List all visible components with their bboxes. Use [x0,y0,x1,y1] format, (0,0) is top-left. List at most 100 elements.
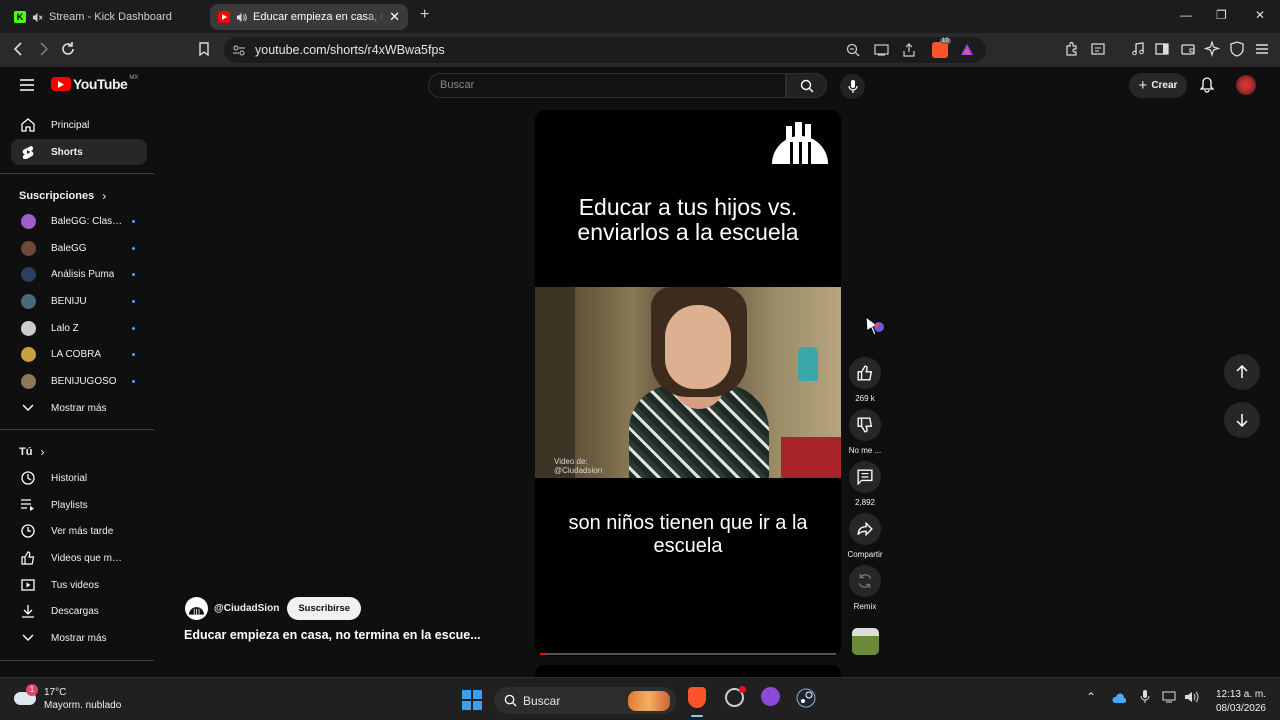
sidebar-item-tus-videos[interactable]: Tus videos [11,572,147,598]
reload-icon[interactable] [60,41,76,57]
chat-app-icon[interactable] [761,687,780,706]
onedrive-icon[interactable] [1112,692,1126,704]
sidebar-item-subscription[interactable]: Análisis Puma [11,261,147,287]
forward-icon[interactable] [36,41,50,57]
share-page-icon[interactable] [902,43,916,57]
account-avatar[interactable] [1236,75,1256,95]
show-more-subscriptions[interactable]: Mostrar más [11,395,147,421]
sidebar-item-label: Análisis Puma [51,268,115,280]
clock-icon [20,524,36,538]
brave-rewards-icon[interactable] [960,43,974,56]
maximize-button[interactable]: ❐ [1216,8,1227,22]
channel-handle[interactable]: @CiudadSion [214,603,279,614]
search-input[interactable]: Buscar [428,73,786,98]
tab-title: Stream - Kick Dashboard [49,11,172,23]
wallet-icon[interactable] [1180,41,1196,57]
sidebar-item-subscription[interactable]: BaleGG [11,235,147,261]
comment-count: 2,892 [854,498,876,507]
extensions-icon[interactable] [1064,41,1080,57]
sidebar-item-subscription[interactable]: Lalo Z [11,315,147,341]
sidebar-item-label: Tus videos [51,579,99,591]
media-icon[interactable] [1130,41,1146,57]
notifications-bell-icon[interactable] [1200,77,1214,93]
reader-icon[interactable] [1090,41,1106,57]
address-bar[interactable]: youtube.com/shorts/r4xWBwa5fps 10 [224,37,986,63]
cast-icon[interactable] [874,43,889,57]
sidebar-item-ver-mas-tarde[interactable]: Ver más tarde [11,518,147,544]
speaker-icon[interactable] [236,12,247,23]
system-clock[interactable]: 12:13 a. m. 08/03/2026 [1206,688,1266,716]
sidebar-item-descargas[interactable]: Descargas [11,598,147,624]
create-button[interactable]: + Crear [1129,73,1187,98]
sidebar-item-playlists[interactable]: Playlists [11,492,147,518]
bookmark-icon[interactable] [197,41,211,57]
sound-thumbnail[interactable] [852,628,879,655]
video-progress-bar[interactable] [540,653,836,655]
chevron-up-icon[interactable]: ⌃ [1086,690,1096,704]
video-title[interactable]: Educar empieza en casa, no termina en la… [184,628,481,642]
sidebar-item-subscription[interactable]: BaleGG: Clash R... [11,208,147,234]
search-icon [800,79,814,93]
channel-avatar[interactable] [185,597,208,620]
sidebar-item-label: BaleGG [51,242,87,254]
brave-browser-icon[interactable] [688,687,706,708]
comments-button[interactable] [849,461,881,493]
download-icon [20,604,36,618]
windows-start-icon[interactable] [462,690,482,710]
muted-speaker-icon[interactable] [32,12,43,23]
steam-icon[interactable] [796,688,816,708]
network-icon[interactable] [1162,690,1176,704]
next-short-button[interactable] [1224,402,1260,438]
remix-button[interactable] [849,565,881,597]
back-icon[interactable] [12,41,26,57]
close-tab-icon[interactable]: ✕ [389,9,400,25]
previous-short-button[interactable] [1224,354,1260,390]
tab-youtube-short[interactable]: Educar empieza en casa, no te ✕ [210,4,408,30]
sidebar-item-shorts[interactable]: Shorts [11,139,147,165]
taskbar-search[interactable]: Buscar [494,687,676,714]
subscriptions-heading[interactable]: Suscripciones › [19,189,106,203]
menu-icon[interactable] [1254,41,1270,57]
share-arrow-icon [857,521,873,537]
dislike-label: No me ... [848,446,882,455]
sidebar-item-subscription[interactable]: LA COBRA [11,341,147,367]
minimize-button[interactable]: — [1180,8,1192,22]
sidebar-item-subscription[interactable]: BENIJUGOSO [11,368,147,394]
vpn-shield-icon[interactable] [1229,41,1245,57]
sidebar-toggle-icon[interactable] [1154,41,1170,57]
search-button[interactable] [786,73,827,98]
face-shape [665,305,731,389]
zoom-icon[interactable] [846,43,860,57]
sidebar-item-liked-videos[interactable]: Videos que me gus... [11,545,147,571]
sidebar-item-principal[interactable]: Principal [11,112,147,138]
voice-search-button[interactable] [840,74,865,99]
new-content-dot [132,219,135,223]
microphone-icon[interactable] [1140,690,1150,704]
credit-line-2: @Ciudadsion [554,466,603,475]
like-button[interactable] [849,357,881,389]
brave-shields-icon[interactable] [932,42,948,58]
leo-ai-icon[interactable] [1204,41,1220,57]
windows-taskbar: 1 17°C Mayorm. nublado Buscar ⌃ 12:13 a. … [0,677,1280,720]
new-content-dot [132,352,135,356]
sidebar-item-label: Mostrar más [51,402,107,414]
close-window-button[interactable]: ✕ [1255,8,1265,22]
sidebar-item-subscription[interactable]: BENIJU [11,288,147,314]
site-settings-icon[interactable] [233,44,245,56]
new-tab-button[interactable]: + [420,6,429,24]
weather-widget[interactable]: 1 17°C Mayorm. nublado [14,684,121,712]
sidebar-item-historial[interactable]: Historial [11,465,147,491]
arrow-down-icon [1236,414,1248,427]
channel-avatar [20,293,36,309]
tab-kick-dashboard[interactable]: K Stream - Kick Dashboard [6,4,206,30]
short-video-player[interactable]: Educar a tus hijos vs. enviarlos a la es… [535,110,841,656]
volume-icon[interactable] [1184,690,1200,704]
subscribe-button[interactable]: Suscribirse [287,597,362,620]
dislike-button[interactable] [849,409,881,441]
share-button[interactable] [849,513,881,545]
clock-time: 12:13 a. m. [1215,689,1266,700]
show-more-you[interactable]: Mostrar más [11,625,147,651]
sidebar-item-label: Ver más tarde [51,525,114,537]
active-app-indicator [691,715,703,717]
you-heading[interactable]: Tú › [19,445,44,459]
